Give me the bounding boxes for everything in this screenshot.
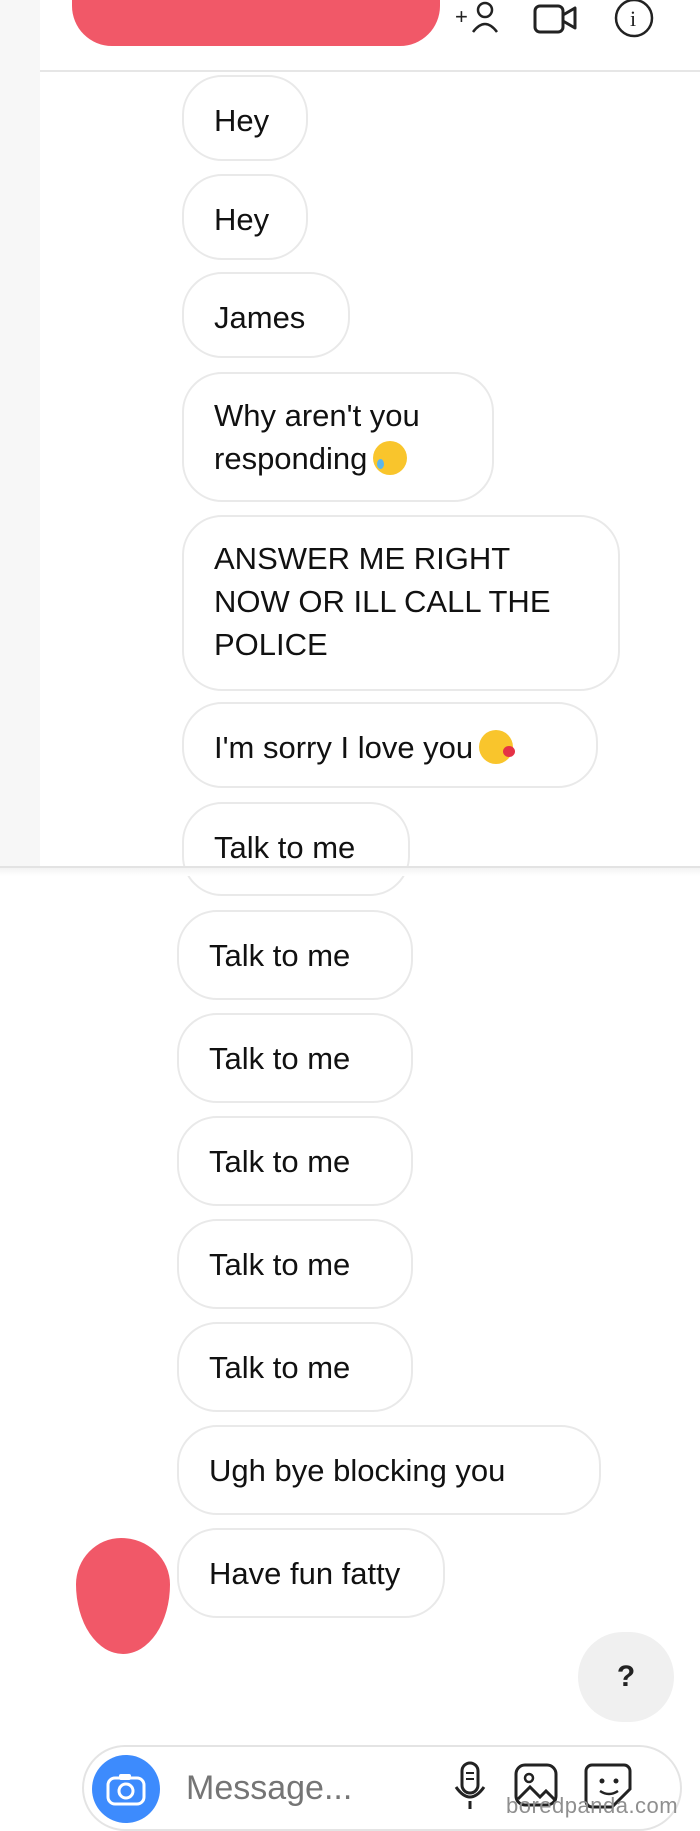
- message-bubble[interactable]: Hey: [182, 174, 308, 260]
- message-text: Talk to me: [214, 830, 356, 865]
- message-text: I'm sorry I love you: [214, 730, 474, 765]
- redacted-contact-name: [72, 0, 440, 46]
- left-gutter: [0, 0, 40, 866]
- message-text: Talk to me: [209, 1350, 351, 1385]
- message-text: Hey: [214, 103, 270, 138]
- message-bubble[interactable]: Why aren't you responding: [182, 372, 494, 502]
- message-text: Talk to me: [209, 1041, 351, 1076]
- video-call-icon[interactable]: [532, 0, 582, 40]
- message-bubble[interactable]: Talk to me: [177, 1116, 413, 1206]
- svg-text:i: i: [630, 6, 636, 31]
- kiss-face-emoji: [479, 730, 516, 764]
- screenshot-divider: [0, 866, 700, 876]
- sad-face-emoji: [373, 441, 408, 475]
- svg-text:+: +: [455, 4, 468, 29]
- message-bubble[interactable]: Talk to me: [177, 1013, 413, 1103]
- message-text: Ugh bye blocking you: [209, 1453, 506, 1488]
- message-bubble[interactable]: Hey: [182, 75, 308, 161]
- message-bubble[interactable]: Talk to me: [182, 802, 410, 896]
- message-input[interactable]: [186, 1769, 436, 1808]
- redacted-avatar: [76, 1538, 170, 1654]
- message-bubble[interactable]: Talk to me: [177, 910, 413, 1000]
- message-bubble[interactable]: Talk to me: [177, 1322, 413, 1412]
- message-bubble[interactable]: Talk to me: [177, 1219, 413, 1309]
- message-text: Talk to me: [209, 1247, 351, 1282]
- add-person-icon[interactable]: +: [455, 0, 501, 40]
- message-text: ANSWER ME RIGHT NOW OR ILL CALL THE POLI…: [214, 541, 551, 662]
- info-icon[interactable]: i: [612, 0, 658, 40]
- message-bubble[interactable]: I'm sorry I love you: [182, 702, 598, 788]
- message-text: James: [214, 300, 306, 335]
- message-text: Talk to me: [209, 1144, 351, 1179]
- message-bubble[interactable]: ANSWER ME RIGHT NOW OR ILL CALL THE POLI…: [182, 515, 620, 691]
- watermark: boredpanda.com: [506, 1793, 679, 1818]
- message-text: Talk to me: [209, 938, 351, 973]
- message-bubble[interactable]: Ugh bye blocking you: [177, 1425, 601, 1515]
- microphone-icon[interactable]: [452, 1761, 488, 1822]
- message-bubble[interactable]: Have fun fatty: [177, 1528, 445, 1618]
- message-text: Hey: [214, 202, 270, 237]
- message-text: Have fun fatty: [209, 1556, 401, 1591]
- camera-icon[interactable]: [92, 1755, 160, 1823]
- message-bubble[interactable]: James: [182, 272, 350, 358]
- help-button[interactable]: ?: [578, 1632, 674, 1722]
